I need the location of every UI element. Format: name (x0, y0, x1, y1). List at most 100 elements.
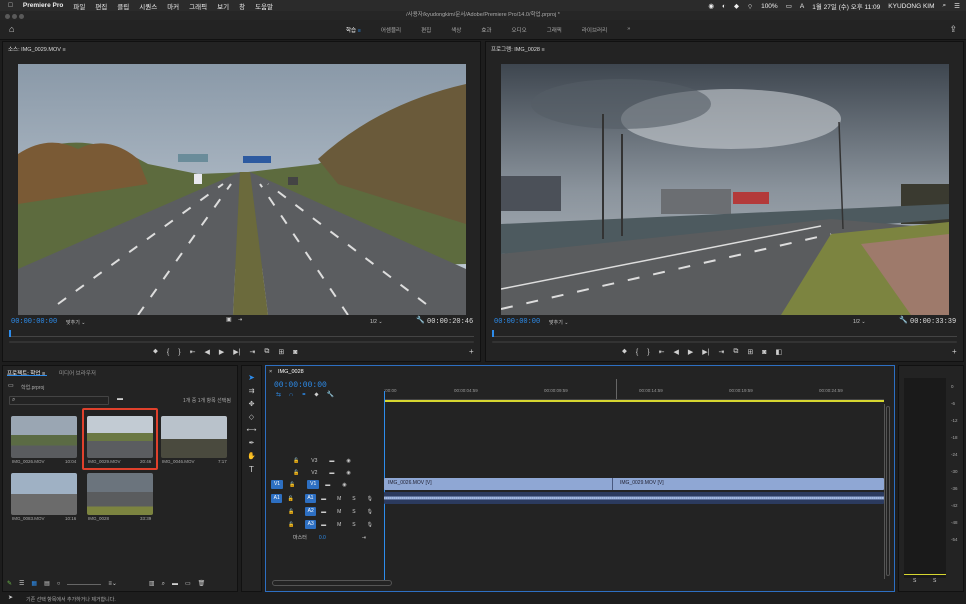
user-name[interactable]: KYUDONG KIM (888, 3, 934, 10)
program-resolution-select[interactable]: 1/2 ⌄ (853, 319, 866, 325)
add-marker-icon[interactable]: ⬥ (314, 392, 318, 398)
lock-icon[interactable]: 🔓 (288, 509, 294, 515)
program-video-frame[interactable] (501, 64, 949, 315)
apple-icon[interactable]:  (8, 2, 13, 9)
clock[interactable]: 1월 27일 (수) 오후 11:09 (812, 1, 880, 11)
program-fit-select[interactable]: 맞추기 ⌄ (549, 319, 568, 326)
comparison-view-icon[interactable]: ◧ (775, 348, 782, 356)
menu-view[interactable]: 보기 (217, 1, 229, 11)
mic-icon[interactable]: 🎙 (367, 509, 373, 515)
mark-out-icon[interactable]: } (647, 349, 649, 356)
solo-button[interactable]: S (352, 509, 355, 515)
keyboard-icon[interactable]: A (800, 3, 804, 10)
home-icon[interactable]: ⌂ (9, 25, 14, 34)
eye-icon[interactable]: ◉ (346, 470, 350, 476)
menu-graphics[interactable]: 그래픽 (189, 1, 207, 11)
mute-button[interactable]: M (337, 522, 341, 528)
solo-button[interactable]: S (352, 522, 355, 528)
tab-media-browser[interactable]: 미디어 브라우저 (59, 369, 96, 377)
track-select-tool-icon[interactable]: ⇉ (249, 388, 255, 395)
menu-marker[interactable]: 마커 (167, 1, 179, 11)
wrench-icon[interactable]: 🔧 (899, 317, 908, 324)
ripple-edit-tool-icon[interactable]: ✥ (249, 401, 255, 408)
mute-button[interactable]: M (337, 496, 341, 502)
program-button-editor-icon[interactable]: + (952, 348, 957, 356)
go-to-in-icon[interactable]: ⇤ (190, 348, 196, 356)
lock-icon[interactable]: 🔓 (293, 470, 299, 476)
workspace-tab-effects[interactable]: 효과 (471, 26, 501, 34)
clip-a1[interactable] (384, 492, 884, 504)
sync-lock-icon[interactable]: ▬ (321, 522, 326, 528)
workspace-tab-audio[interactable]: 오디오 (502, 26, 537, 34)
insert-icon[interactable]: ⧉ (264, 348, 269, 356)
project-item-thumb[interactable] (87, 473, 153, 515)
extract-icon[interactable]: ⊞ (747, 348, 753, 356)
step-forward-icon[interactable]: ▶| (702, 348, 709, 356)
freeform-view-icon[interactable]: ▤ (44, 581, 50, 587)
track-header-master[interactable]: 마스터 0.0 ⇥ (271, 531, 379, 544)
menu-help[interactable]: 도움말 (255, 1, 273, 11)
extension-icon[interactable]: ◆ (734, 2, 739, 10)
zoom-window-button[interactable] (19, 13, 24, 19)
workspace-tab-editing[interactable]: 편집 (411, 26, 441, 34)
go-to-end-icon[interactable]: ⇥ (362, 535, 366, 541)
overwrite-icon[interactable]: ⊞ (278, 348, 284, 356)
source-resolution-select[interactable]: 1/2 ⌄ (370, 319, 383, 325)
step-back-icon[interactable]: ◀ (204, 348, 209, 356)
delete-icon[interactable]: 🗑 (198, 581, 206, 587)
lock-icon[interactable]: 🔓 (288, 522, 294, 528)
hand-tool-icon[interactable]: ✋ (247, 453, 256, 460)
play-icon[interactable]: ▶ (219, 348, 224, 356)
snap-icon[interactable]: ∩ (289, 392, 293, 398)
timeline-timecode[interactable]: 00:00:00:00 (274, 381, 327, 390)
thumbnail-size-slider[interactable] (67, 583, 102, 585)
lock-icon[interactable]: 🔓 (293, 458, 299, 464)
source-button-editor-icon[interactable]: + (469, 348, 474, 356)
control-center-icon[interactable]: ☰ (954, 2, 960, 10)
project-item-name[interactable]: IMG_0046.MOV (162, 459, 195, 464)
program-monitor-title[interactable]: 프로그램: IMG_0028 ≡ (491, 45, 545, 53)
menu-file[interactable]: 파일 (73, 1, 85, 11)
add-marker-icon[interactable]: ⬥ (622, 348, 627, 356)
menu-clip[interactable]: 클립 (117, 1, 129, 11)
zoom-out-icon[interactable]: ○ (57, 581, 61, 587)
source-monitor-title[interactable]: 소스: IMG_0029.MOV ≡ (8, 45, 66, 53)
panel-menu-icon[interactable]: ≡ (62, 47, 65, 53)
sync-lock-icon[interactable]: ▬ (321, 496, 326, 502)
go-to-in-icon[interactable]: ⇤ (659, 348, 665, 356)
source-time-ruler[interactable] (9, 330, 474, 337)
source-timecode[interactable]: 00:00:00:00 (11, 318, 57, 326)
work-area-bar[interactable] (384, 400, 884, 402)
project-item-name[interactable]: IMG_0026.MOV (12, 459, 45, 464)
wifi-icon[interactable]: ⌔ (747, 2, 753, 11)
mic-icon[interactable]: 🎙 (367, 522, 373, 528)
timeline-settings-icon[interactable]: 🔧 (327, 392, 334, 398)
battery-icon[interactable]: ▭ (786, 2, 792, 10)
project-item-name[interactable]: IMG_0083.MOV (12, 516, 45, 521)
mic-icon[interactable]: 🎙 (367, 496, 373, 502)
sort-icon[interactable]: ≡⌄ (108, 581, 117, 587)
list-view-icon[interactable]: ☰ (19, 581, 24, 587)
go-to-out-icon[interactable]: ⇥ (718, 348, 724, 356)
more-workspaces-icon[interactable]: » (617, 26, 640, 34)
program-time-ruler[interactable] (492, 330, 957, 337)
lock-icon[interactable]: 🔓 (289, 482, 295, 488)
source-zoom-bar[interactable] (9, 341, 474, 343)
master-volume-value[interactable]: 0.0 (319, 535, 326, 541)
source-settings-icon[interactable]: ▣ (226, 317, 232, 323)
play-icon[interactable]: ▶ (688, 348, 693, 356)
project-item-name[interactable]: IMG_0029.MOV (88, 459, 121, 464)
project-item-thumb[interactable] (161, 416, 227, 458)
program-timecode[interactable]: 00:00:00:00 (494, 318, 540, 326)
sync-lock-icon[interactable]: ▬ (329, 458, 334, 464)
linked-selection-icon[interactable]: ⚭ (301, 392, 306, 398)
step-forward-icon[interactable]: ▶| (233, 348, 240, 356)
selection-tool-icon[interactable]: ➤ (248, 374, 255, 382)
track-label[interactable]: A1 (304, 494, 317, 503)
timeline-vertical-scrollbar[interactable] (886, 406, 890, 576)
lock-icon[interactable]: 🔓 (287, 496, 293, 502)
track-header-a2[interactable]: 🔓 A2 ▬ M S 🎙 (271, 505, 379, 518)
program-zoom-bar[interactable] (492, 341, 957, 343)
source-fit-select[interactable]: 맞추기 ⌄ (66, 319, 85, 326)
export-frame-icon[interactable]: ◙ (293, 349, 297, 356)
